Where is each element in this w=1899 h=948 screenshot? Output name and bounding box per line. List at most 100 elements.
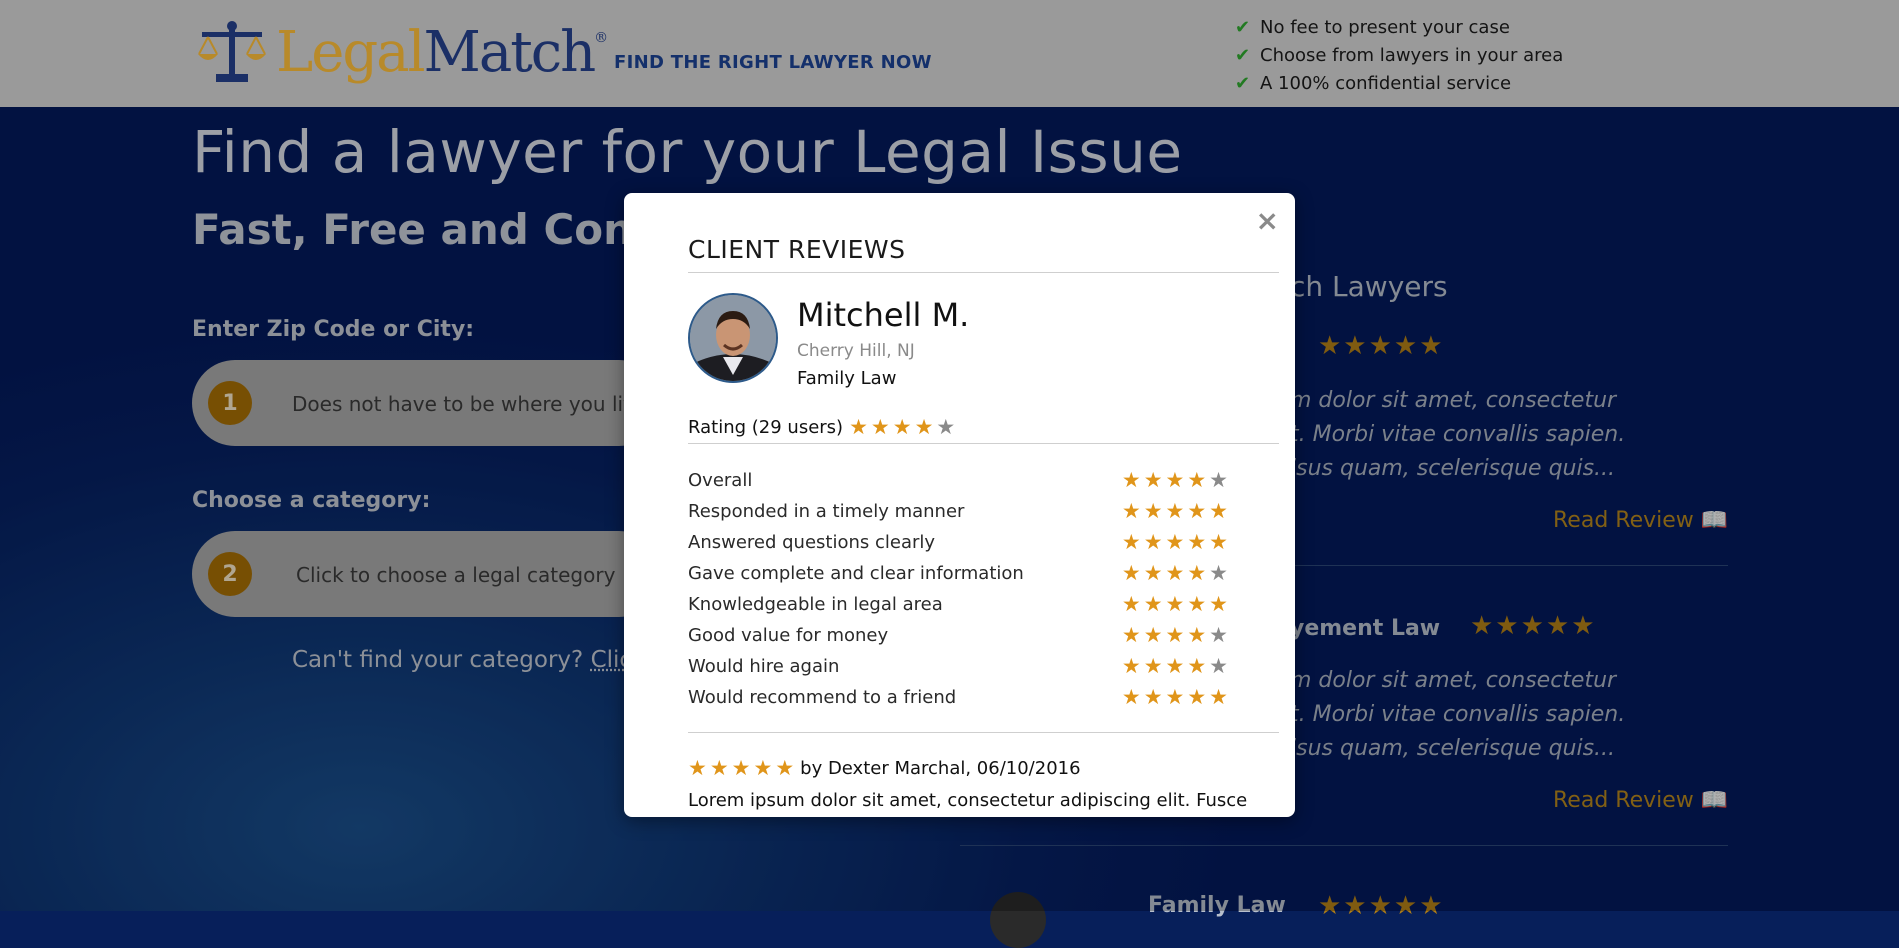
criterion-stars: ★ ★ ★ ★ ★ [1122, 501, 1228, 522]
star-filled-icon: ★ [710, 758, 729, 779]
benefit-item: ✔ Choose from lawyers in your area [1235, 41, 1563, 69]
star-filled-icon: ★ [1166, 687, 1185, 708]
review-stars: ★ ★ ★ ★ ★ [688, 758, 794, 779]
star-filled-icon: ★ [1187, 532, 1206, 553]
check-icon: ✔ [1235, 17, 1260, 38]
star-filled-icon: ★ [1166, 470, 1185, 491]
criterion-stars: ★ ★ ★ ★ ★ [1122, 532, 1228, 553]
star-filled-icon: ★ [893, 417, 912, 438]
criterion-label: Overall [688, 470, 752, 491]
star-filled-icon: ★ [1122, 687, 1141, 708]
criterion-stars: ★ ★ ★ ★ ★ [1122, 625, 1228, 646]
star-filled-icon: ★ [1187, 563, 1206, 584]
star-empty-icon: ★ [1209, 625, 1228, 646]
star-empty-icon: ★ [1209, 563, 1228, 584]
star-filled-icon: ★ [1209, 501, 1228, 522]
criterion-stars: ★ ★ ★ ★ ★ [1122, 687, 1228, 708]
criterion-row: Responded in a timely manner ★ ★ ★ ★ ★ [688, 496, 1228, 527]
client-reviews-modal: × CLIENT REVIEWS Mitchell M. Cherry Hill… [624, 193, 1295, 817]
rating-label: Rating (29 users) [688, 417, 843, 438]
star-filled-icon: ★ [1144, 687, 1163, 708]
practice-area: Family Law [797, 368, 896, 389]
criterion-row: Overall ★ ★ ★ ★ ★ [688, 465, 1228, 496]
star-filled-icon: ★ [1187, 594, 1206, 615]
star-filled-icon: ★ [1144, 594, 1163, 615]
star-filled-icon: ★ [1187, 470, 1206, 491]
criterion-stars: ★ ★ ★ ★ ★ [1122, 656, 1228, 677]
star-empty-icon: ★ [936, 417, 955, 438]
star-filled-icon: ★ [1144, 470, 1163, 491]
criterion-row: Would recommend to a friend ★ ★ ★ ★ ★ [688, 682, 1228, 713]
benefit-text: A 100% confidential service [1260, 73, 1511, 94]
criterion-row: Gave complete and clear information ★ ★ ★ ★ ★ [688, 558, 1228, 589]
star-filled-icon: ★ [1122, 594, 1141, 615]
star-filled-icon: ★ [1166, 501, 1185, 522]
modal-title: CLIENT REVIEWS [688, 235, 906, 264]
star-filled-icon: ★ [1166, 656, 1185, 677]
star-filled-icon: ★ [732, 758, 751, 779]
criteria-list: Overall ★ ★ ★ ★ ★ Responded in a timely manner… [688, 465, 1228, 713]
criterion-row: Good value for money ★ ★ ★ ★ ★ [688, 620, 1228, 651]
divider [688, 732, 1279, 733]
review-author: by Dexter Marchal, 06/10/2016 [800, 758, 1080, 779]
close-icon[interactable]: × [1256, 207, 1279, 235]
star-filled-icon: ★ [1187, 625, 1206, 646]
logo-legal-text: Legal [276, 20, 423, 85]
star-filled-icon: ★ [1166, 563, 1185, 584]
benefit-item: ✔ A 100% confidential service [1235, 69, 1563, 97]
review-text: Lorem ipsum dolor sit amet, consectetur … [688, 790, 1247, 811]
star-filled-icon: ★ [1187, 656, 1206, 677]
star-filled-icon: ★ [1166, 594, 1185, 615]
logo-wordmark: LegalMatch® [276, 20, 606, 85]
benefit-list: ✔ No fee to present your case ✔ Choose fro… [1235, 13, 1563, 97]
overall-rating: Rating (29 users) ★ ★ ★ ★ ★ [688, 417, 955, 438]
benefit-text: Choose from lawyers in your area [1260, 45, 1563, 66]
star-filled-icon: ★ [1166, 532, 1185, 553]
star-empty-icon: ★ [1209, 470, 1228, 491]
star-filled-icon: ★ [915, 417, 934, 438]
criterion-row: Would hire again ★ ★ ★ ★ ★ [688, 651, 1228, 682]
criterion-label: Knowledgeable in legal area [688, 594, 943, 615]
star-filled-icon: ★ [1122, 563, 1141, 584]
benefit-item: ✔ No fee to present your case [1235, 13, 1563, 41]
star-empty-icon: ★ [1209, 656, 1228, 677]
criterion-label: Good value for money [688, 625, 888, 646]
site-header: LegalMatch® FIND THE RIGHT LAWYER NOW ✔ N… [0, 0, 1899, 107]
star-filled-icon: ★ [849, 417, 868, 438]
star-filled-icon: ★ [1209, 687, 1228, 708]
criterion-label: Gave complete and clear information [688, 563, 1024, 584]
logo-registered-mark: ® [594, 30, 606, 46]
star-filled-icon: ★ [1144, 656, 1163, 677]
header-tagline: FIND THE RIGHT LAWYER NOW [614, 52, 932, 73]
legalmatch-logo[interactable]: LegalMatch® [194, 18, 594, 88]
check-icon: ✔ [1235, 45, 1260, 66]
criterion-label: Would hire again [688, 656, 839, 677]
criterion-label: Responded in a timely manner [688, 501, 964, 522]
star-filled-icon: ★ [688, 758, 707, 779]
criterion-row: Answered questions clearly ★ ★ ★ ★ ★ [688, 527, 1228, 558]
divider [688, 272, 1279, 273]
criterion-row: Knowledgeable in legal area ★ ★ ★ ★ ★ [688, 589, 1228, 620]
lawyer-location: Cherry Hill, NJ [797, 341, 915, 361]
lawyer-name: Mitchell M. [797, 296, 969, 334]
star-filled-icon: ★ [753, 758, 772, 779]
criterion-stars: ★ ★ ★ ★ ★ [1122, 470, 1228, 491]
scales-of-justice-icon [194, 20, 270, 86]
check-icon: ✔ [1235, 73, 1260, 94]
star-filled-icon: ★ [871, 417, 890, 438]
star-filled-icon: ★ [1166, 625, 1185, 646]
star-filled-icon: ★ [1122, 532, 1141, 553]
star-filled-icon: ★ [1122, 501, 1141, 522]
star-filled-icon: ★ [1144, 563, 1163, 584]
star-filled-icon: ★ [1122, 656, 1141, 677]
star-filled-icon: ★ [1144, 625, 1163, 646]
benefit-text: No fee to present your case [1260, 17, 1510, 38]
star-filled-icon: ★ [1122, 470, 1141, 491]
star-filled-icon: ★ [1187, 501, 1206, 522]
divider [688, 443, 1279, 444]
star-filled-icon: ★ [1209, 532, 1228, 553]
review-header: ★ ★ ★ ★ ★ by Dexter Marchal, 06/10/2016 [688, 758, 1081, 779]
criterion-label: Answered questions clearly [688, 532, 935, 553]
lawyer-photo [688, 293, 778, 383]
logo-match-text: Match [423, 20, 594, 85]
